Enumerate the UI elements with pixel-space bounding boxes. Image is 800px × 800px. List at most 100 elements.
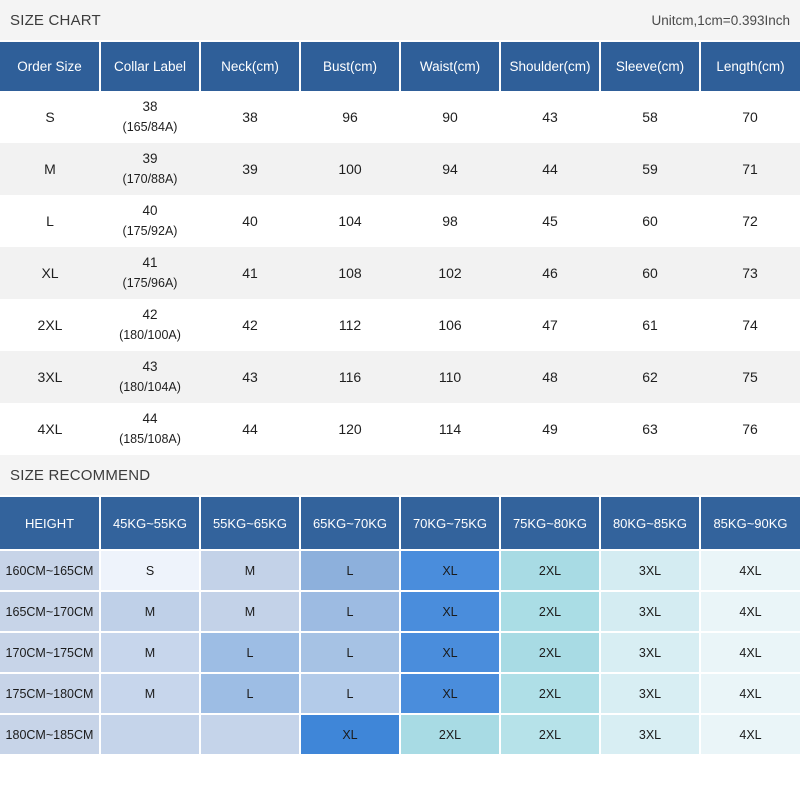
size-chart-body: S 38 (165/84A) 38 96 90 43 58 70 M 39 (170/88A) 39 10…: [0, 91, 800, 455]
collar-label-code: (175/96A): [122, 275, 178, 290]
cell-order-size: M: [0, 143, 100, 195]
column-header-order-size: Order Size: [0, 40, 101, 91]
cell-length: 75: [700, 351, 800, 403]
cell-waist: 98: [400, 195, 500, 247]
collar-label-code: (170/88A): [122, 171, 178, 186]
collar-label-value: 38: [142, 98, 158, 114]
cell-shoulder: 44: [500, 143, 600, 195]
collar-label-code: (165/84A): [122, 119, 178, 134]
table-header-row: Order Size Collar Label Neck(cm) Bust(cm…: [0, 40, 800, 91]
column-header-weight-6: 80KG~85KG: [599, 495, 701, 550]
collar-label-value: 41: [142, 254, 158, 270]
cell-neck: 44: [200, 403, 300, 455]
size-recommend-body: 160CM~165CM S M L XL 2XL 3XL 4XL 165CM~170CM M M L X…: [0, 549, 800, 756]
cell-recommended-size: L: [199, 631, 301, 674]
cell-waist: 110: [400, 351, 500, 403]
column-header-weight-5: 75KG~80KG: [499, 495, 601, 550]
column-header-weight-1: 45KG~55KG: [99, 495, 201, 550]
collar-label-value: 40: [142, 202, 158, 218]
cell-recommended-size: M: [99, 631, 201, 674]
cell-recommended-size: L: [299, 549, 401, 592]
cell-collar-label: 38 (165/84A): [100, 91, 200, 143]
column-header-weight-2: 55KG~65KG: [199, 495, 301, 550]
size-recommend-header-row: HEIGHT 45KG~55KG 55KG~65KG 65KG~70KG 70K…: [0, 495, 800, 550]
column-header-weight-4: 70KG~75KG: [399, 495, 501, 550]
cell-recommended-size: 2XL: [399, 713, 501, 756]
cell-neck: 39: [200, 143, 300, 195]
cell-recommended-size: XL: [399, 549, 501, 592]
cell-length: 73: [700, 247, 800, 299]
cell-order-size: XL: [0, 247, 100, 299]
cell-shoulder: 47: [500, 299, 600, 351]
cell-bust: 120: [300, 403, 400, 455]
cell-neck: 42: [200, 299, 300, 351]
column-header-length: Length(cm): [699, 40, 800, 91]
cell-recommended-size: 2XL: [499, 631, 601, 674]
column-header-sleeve: Sleeve(cm): [599, 40, 701, 91]
table-row: 165CM~170CM M M L XL 2XL 3XL 4XL: [0, 590, 800, 633]
collar-label-value: 39: [142, 150, 158, 166]
column-header-neck: Neck(cm): [199, 40, 301, 91]
cell-recommended-size: 2XL: [499, 713, 601, 756]
collar-label-code: (180/100A): [119, 327, 181, 342]
cell-order-size: S: [0, 91, 100, 143]
cell-recommended-size: M: [99, 672, 201, 715]
cell-recommended-size: 4XL: [699, 549, 800, 592]
cell-recommended-size: 4XL: [699, 672, 800, 715]
size-recommend-table: HEIGHT 45KG~55KG 55KG~65KG 65KG~70KG 70K…: [0, 495, 800, 756]
cell-recommended-size: [199, 713, 301, 756]
cell-order-size: 4XL: [0, 403, 100, 455]
cell-shoulder: 46: [500, 247, 600, 299]
cell-recommended-size: XL: [399, 631, 501, 674]
cell-sleeve: 60: [600, 247, 700, 299]
table-row: 4XL 44 (185/108A) 44 120 114 49 63 76: [0, 403, 800, 455]
cell-recommended-size: 2XL: [499, 549, 601, 592]
cell-recommended-size: M: [199, 549, 301, 592]
table-row: 180CM~185CM XL 2XL 2XL 3XL 4XL: [0, 713, 800, 756]
collar-label-code: (175/92A): [122, 223, 178, 238]
cell-recommended-size: 4XL: [699, 590, 800, 633]
collar-label-code: (180/104A): [119, 379, 181, 394]
cell-recommended-size: L: [299, 631, 401, 674]
cell-recommended-size: XL: [399, 672, 501, 715]
cell-height-range: 175CM~180CM: [0, 672, 101, 715]
cell-collar-label: 43 (180/104A): [100, 351, 200, 403]
cell-shoulder: 45: [500, 195, 600, 247]
cell-bust: 104: [300, 195, 400, 247]
cell-length: 71: [700, 143, 800, 195]
column-header-weight-3: 65KG~70KG: [299, 495, 401, 550]
cell-height-range: 160CM~165CM: [0, 549, 101, 592]
cell-recommended-size: L: [199, 672, 301, 715]
cell-waist: 106: [400, 299, 500, 351]
table-row: 2XL 42 (180/100A) 42 112 106 47 61 74: [0, 299, 800, 351]
collar-label-value: 43: [142, 358, 158, 374]
cell-recommended-size: S: [99, 549, 201, 592]
cell-recommended-size: 3XL: [599, 672, 701, 715]
cell-recommended-size: 2XL: [499, 590, 601, 633]
cell-collar-label: 42 (180/100A): [100, 299, 200, 351]
cell-neck: 43: [200, 351, 300, 403]
cell-recommended-size: [99, 713, 201, 756]
cell-recommended-size: 2XL: [499, 672, 601, 715]
size-chart-header-row: Order Size Collar Label Neck(cm) Bust(cm…: [0, 40, 800, 91]
cell-waist: 102: [400, 247, 500, 299]
cell-recommended-size: 4XL: [699, 713, 800, 756]
cell-recommended-size: M: [99, 590, 201, 633]
cell-order-size: 3XL: [0, 351, 100, 403]
column-header-weight-7: 85KG~90KG: [699, 495, 800, 550]
cell-height-range: 170CM~175CM: [0, 631, 101, 674]
cell-bust: 96: [300, 91, 400, 143]
cell-shoulder: 49: [500, 403, 600, 455]
collar-label-value: 42: [142, 306, 158, 322]
cell-recommended-size: 4XL: [699, 631, 800, 674]
cell-recommended-size: XL: [299, 713, 401, 756]
cell-neck: 38: [200, 91, 300, 143]
cell-sleeve: 59: [600, 143, 700, 195]
cell-order-size: L: [0, 195, 100, 247]
size-chart-table: Order Size Collar Label Neck(cm) Bust(cm…: [0, 40, 800, 455]
column-header-shoulder: Shoulder(cm): [499, 40, 601, 91]
cell-waist: 114: [400, 403, 500, 455]
cell-shoulder: 43: [500, 91, 600, 143]
cell-shoulder: 48: [500, 351, 600, 403]
size-recommend-title: SIZE RECOMMEND: [10, 466, 151, 484]
